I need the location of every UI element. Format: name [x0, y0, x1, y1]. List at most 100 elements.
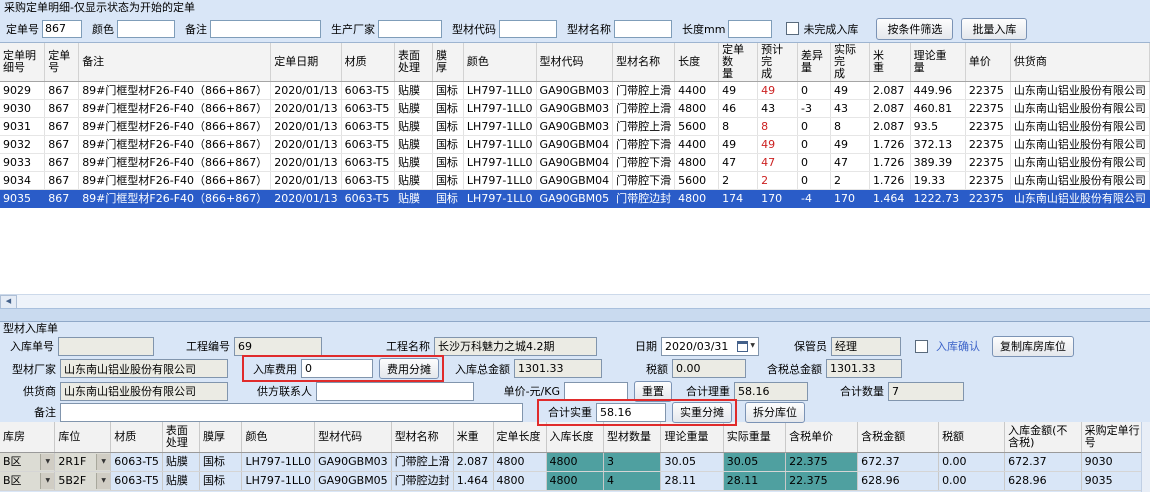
- inbound-no-label: 入库单号: [4, 338, 54, 354]
- horizontal-scrollbar[interactable]: ◀: [0, 294, 1150, 308]
- theory-weight-total-field[interactable]: 58.16: [734, 382, 808, 401]
- weight-share-button[interactable]: 实重分摊: [672, 402, 732, 423]
- vertical-scrollbar[interactable]: [1141, 422, 1150, 492]
- column-header[interactable]: 型材名称: [613, 43, 675, 82]
- inbound-confirm-checkbox[interactable]: [915, 340, 928, 353]
- chevron-down-icon[interactable]: ▼: [96, 454, 110, 470]
- order-row[interactable]: 903486789#门框型材F26-F40（866+867）2020/01/13…: [0, 172, 1150, 190]
- column-header[interactable]: 定单明 细号: [0, 43, 45, 82]
- cell: 389.39: [910, 154, 965, 172]
- inbound-fee-input[interactable]: [301, 359, 373, 378]
- cell: 89#门框型材F26-F40（866+867）: [79, 154, 271, 172]
- column-header[interactable]: 定单长度: [493, 422, 546, 453]
- tax-field[interactable]: 0.00: [672, 359, 746, 378]
- split-location-button[interactable]: 拆分库位: [745, 402, 805, 423]
- warehouse-combo[interactable]: B区▼: [0, 472, 54, 490]
- supplier-contact-input[interactable]: [316, 382, 474, 401]
- fee-share-button[interactable]: 费用分摊: [379, 358, 439, 379]
- column-header[interactable]: 库房: [0, 422, 55, 453]
- inbound-row[interactable]: B区▼5B2F▼6063-T5贴膜国标LH797-1LL0GA90GBM05门带…: [0, 472, 1150, 491]
- project-no-field[interactable]: 69: [234, 337, 322, 356]
- inbound-row[interactable]: B区▼2R1F▼6063-T5贴膜国标LH797-1LL0GA90GBM03门带…: [0, 453, 1150, 472]
- column-header[interactable]: 米 重: [869, 43, 910, 82]
- column-header[interactable]: 理论重量: [661, 422, 723, 453]
- cell: 6063-T5: [341, 82, 394, 100]
- column-header[interactable]: 单价: [965, 43, 1010, 82]
- batch-inbound-button[interactable]: 批量入库: [961, 18, 1027, 40]
- location-combo[interactable]: 5B2F▼: [55, 472, 110, 490]
- inbound-total-field[interactable]: 1301.33: [514, 359, 602, 378]
- column-header[interactable]: 型材名称: [391, 422, 453, 453]
- chevron-down-icon[interactable]: ▼: [96, 473, 110, 489]
- length-input[interactable]: [728, 20, 772, 38]
- order-row[interactable]: 903386789#门框型材F26-F40（866+867）2020/01/13…: [0, 154, 1150, 172]
- total-qty-field[interactable]: 7: [888, 382, 964, 401]
- filter-by-condition-button[interactable]: 按条件筛选: [876, 18, 953, 40]
- column-header[interactable]: 表面 处理: [394, 43, 432, 82]
- column-header[interactable]: 入库金额(不 含税): [1005, 422, 1081, 453]
- column-header[interactable]: 定单日期: [271, 43, 341, 82]
- column-header[interactable]: 膜厚: [199, 422, 241, 453]
- unfinished-checkbox[interactable]: [786, 22, 799, 35]
- purchase-order-grid: 定单明 细号定单 号备注定单日期材质表面 处理膜 厚颜色型材代码型材名称长度定单…: [0, 43, 1150, 208]
- column-header[interactable]: 供货商: [1010, 43, 1149, 82]
- warehouse-combo[interactable]: B区▼: [0, 453, 54, 471]
- cell: GA90GBM03: [536, 100, 613, 118]
- column-header[interactable]: 米重: [453, 422, 493, 453]
- column-header[interactable]: 含税金额: [858, 422, 939, 453]
- actual-weight-input[interactable]: [596, 403, 666, 422]
- column-header[interactable]: 定单 号: [45, 43, 79, 82]
- column-header[interactable]: 定单数 量: [719, 43, 758, 82]
- column-header[interactable]: 库位: [55, 422, 111, 453]
- order-row[interactable]: 903086789#门框型材F26-F40（866+867）2020/01/13…: [0, 100, 1150, 118]
- column-header[interactable]: 表面 处理: [162, 422, 199, 453]
- column-header[interactable]: 含税单价: [786, 422, 858, 453]
- color-input[interactable]: [117, 20, 175, 38]
- column-header[interactable]: 材质: [111, 422, 163, 453]
- column-header[interactable]: 型材代码: [536, 43, 613, 82]
- order-no-input[interactable]: [42, 20, 82, 38]
- manufacturer-input[interactable]: [378, 20, 442, 38]
- note-input[interactable]: [60, 403, 523, 422]
- column-header[interactable]: 长度: [675, 43, 719, 82]
- column-header[interactable]: 差异量: [798, 43, 831, 82]
- profile-code-input[interactable]: [499, 20, 557, 38]
- project-name-field[interactable]: 长沙万科魅力之城4.2期: [434, 337, 597, 356]
- date-picker[interactable]: 2020/03/31 ▼: [661, 337, 759, 356]
- keeper-field[interactable]: 经理: [831, 337, 901, 356]
- column-header[interactable]: 实际完 成: [830, 43, 869, 82]
- column-header[interactable]: 膜 厚: [432, 43, 463, 82]
- order-row[interactable]: 902986789#门框型材F26-F40（866+867）2020/01/13…: [0, 82, 1150, 100]
- column-header[interactable]: 备注: [79, 43, 271, 82]
- profile-name-input[interactable]: [614, 20, 672, 38]
- supplier-field[interactable]: 山东南山铝业股份有限公司: [60, 382, 228, 401]
- column-header[interactable]: 入库长度: [546, 422, 603, 453]
- total-with-tax-field[interactable]: 1301.33: [826, 359, 902, 378]
- column-header[interactable]: 材质: [341, 43, 394, 82]
- column-header[interactable]: 实际重量: [723, 422, 785, 453]
- cell: 国标: [432, 154, 463, 172]
- cell: 4: [603, 472, 661, 491]
- column-header[interactable]: 预计完 成: [758, 43, 798, 82]
- column-header[interactable]: 理论重 量: [910, 43, 965, 82]
- chevron-down-icon[interactable]: ▼: [40, 454, 54, 470]
- remark-input[interactable]: [210, 20, 321, 38]
- inbound-no-field[interactable]: [58, 337, 154, 356]
- column-header[interactable]: 颜色: [463, 43, 536, 82]
- location-combo[interactable]: 2R1F▼: [55, 453, 110, 471]
- cell: 0: [798, 118, 831, 136]
- order-row[interactable]: 903186789#门框型材F26-F40（866+867）2020/01/13…: [0, 118, 1150, 136]
- order-row[interactable]: 903586789#门框型材F26-F40（866+867）2020/01/13…: [0, 190, 1150, 208]
- column-header[interactable]: 型材数量: [603, 422, 661, 453]
- column-header[interactable]: 型材代码: [315, 422, 392, 453]
- column-header[interactable]: 颜色: [242, 422, 315, 453]
- cell: 国标: [432, 172, 463, 190]
- chevron-down-icon[interactable]: ▼: [40, 473, 54, 489]
- profile-factory-field[interactable]: 山东南山铝业股份有限公司: [60, 359, 228, 378]
- scroll-left-icon[interactable]: ◀: [0, 295, 17, 309]
- cell: 8: [758, 118, 798, 136]
- column-header[interactable]: 采购定单行 号: [1081, 422, 1149, 453]
- column-header[interactable]: 税额: [939, 422, 1005, 453]
- order-row[interactable]: 903286789#门框型材F26-F40（866+867）2020/01/13…: [0, 136, 1150, 154]
- copy-warehouse-location-button[interactable]: 复制库房库位: [992, 336, 1074, 357]
